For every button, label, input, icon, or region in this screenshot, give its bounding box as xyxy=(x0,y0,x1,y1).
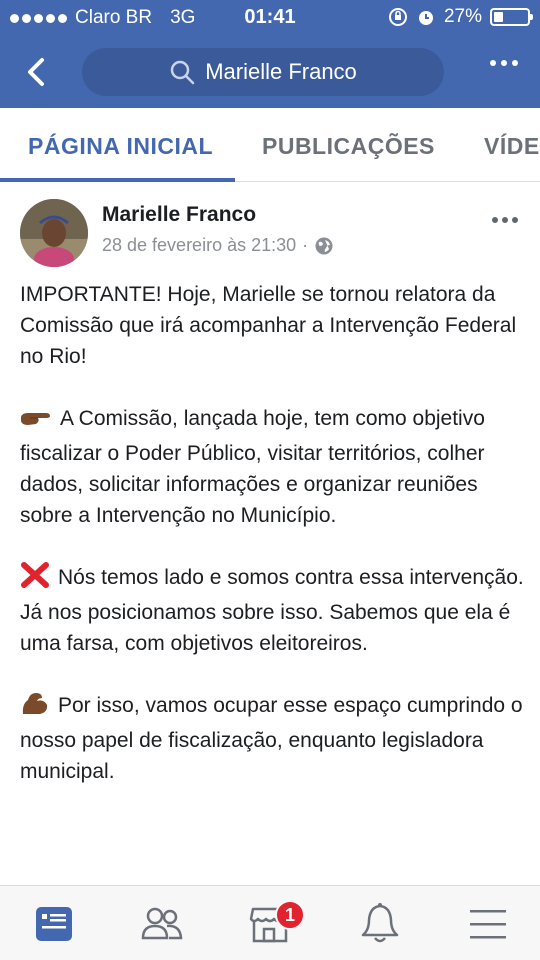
post-paragraph-text: Por isso, vamos ocupar esse espaço cumpr… xyxy=(20,694,523,783)
notifications-icon xyxy=(361,903,399,943)
more-icon xyxy=(492,217,498,223)
post-author[interactable]: Marielle Franco xyxy=(102,203,256,227)
post-card: Marielle Franco 28 de fevereiro às 21:30… xyxy=(0,183,540,885)
tab-videos[interactable]: VÍDE xyxy=(484,133,540,160)
friends-icon xyxy=(141,907,183,940)
more-options-button[interactable] xyxy=(490,60,518,66)
back-icon xyxy=(28,58,44,86)
search-query: Marielle Franco xyxy=(205,59,357,84)
post-timestamp[interactable]: 28 de fevereiro às 21:30 xyxy=(102,235,296,256)
post-paragraph: Nós temos lado e somos contra essa inter… xyxy=(20,562,525,659)
post-options-button[interactable] xyxy=(492,217,518,223)
alarm-icon xyxy=(418,11,433,25)
orientation-lock-icon xyxy=(388,8,407,26)
back-button[interactable] xyxy=(18,52,54,92)
avatar[interactable] xyxy=(20,199,88,267)
system-indicators: 27% xyxy=(388,6,533,28)
battery-percent: 27% xyxy=(443,6,482,27)
globe-icon xyxy=(315,237,333,254)
battery-fill xyxy=(494,12,503,22)
post-body: IMPORTANTE! Hoje, Marielle se tornou rel… xyxy=(20,279,525,818)
nav-notifications[interactable] xyxy=(358,902,402,946)
more-icon xyxy=(490,60,496,66)
tab-home[interactable]: PÁGINA INICIAL xyxy=(28,133,213,160)
active-tab-indicator xyxy=(0,178,235,182)
nav-menu[interactable] xyxy=(466,902,510,946)
battery-icon xyxy=(490,8,533,26)
post-meta: 28 de fevereiro às 21:30 · xyxy=(102,235,334,256)
avatar-image xyxy=(20,199,88,267)
post-paragraph: Por isso, vamos ocupar esse espaço cumpr… xyxy=(20,690,525,787)
post-paragraph-text: Nós temos lado e somos contra essa inter… xyxy=(20,566,524,655)
post-paragraph-text: A Comissão, lançada hoje, tem como objet… xyxy=(20,407,485,527)
menu-icon xyxy=(470,910,506,939)
nav-friends[interactable] xyxy=(140,902,184,946)
bottom-navigation xyxy=(0,885,540,960)
search-bar[interactable]: Marielle Franco xyxy=(82,48,444,96)
nav-row: Marielle Franco xyxy=(0,44,540,100)
search-icon xyxy=(170,60,195,85)
page-tabs: PÁGINA INICIAL PUBLICAÇÕES VÍDE xyxy=(0,108,540,182)
app-header: Claro BR 3G 01:41 27% Marielle Franco xyxy=(0,0,540,108)
marketplace-badge: 1 xyxy=(275,900,305,930)
post-paragraph: A Comissão, lançada hoje, tem como objet… xyxy=(20,403,525,531)
nav-news-feed[interactable] xyxy=(32,902,76,946)
post-paragraph: IMPORTANTE! Hoje, Marielle se tornou rel… xyxy=(20,279,525,372)
pointing-hand-icon xyxy=(20,407,52,438)
status-bar: Claro BR 3G 01:41 27% xyxy=(0,0,540,36)
cross-mark-icon xyxy=(20,562,50,597)
news-feed-icon xyxy=(36,907,72,941)
meta-separator: · xyxy=(302,235,309,255)
tab-posts[interactable]: PUBLICAÇÕES xyxy=(262,133,435,160)
flexed-biceps-icon xyxy=(20,690,50,725)
post-paragraph-text: IMPORTANTE! Hoje, Marielle se tornou rel… xyxy=(20,283,517,368)
